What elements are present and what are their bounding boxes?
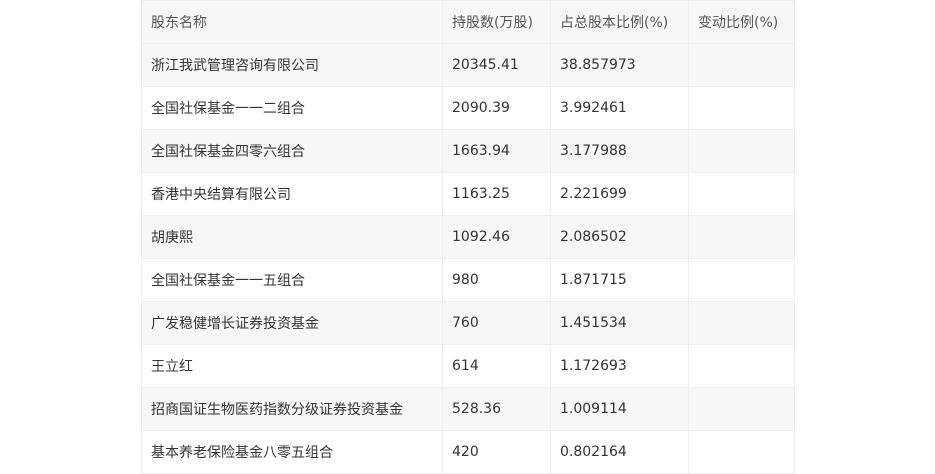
cell-shares: 980 <box>442 258 551 302</box>
table-header: 股东名称 持股数(万股) 占总股本比例(%) 变动比例(%) <box>141 0 795 44</box>
cell-share-percentage: 3.177988 <box>550 129 689 173</box>
cell-shareholder-name: 香港中央结算有限公司 <box>141 172 443 216</box>
table-row: 全国社保基金一一五组合 980 1.871715 <box>141 258 795 302</box>
cell-shareholder-name: 招商国证生物医药指数分级证券投资基金 <box>141 387 443 431</box>
cell-change-percentage <box>688 430 795 474</box>
cell-share-percentage: 2.086502 <box>550 215 689 259</box>
header-share-percentage: 占总股本比例(%) <box>550 0 689 44</box>
cell-shareholder-name: 全国社保基金一一五组合 <box>141 258 443 302</box>
header-row: 股东名称 持股数(万股) 占总股本比例(%) 变动比例(%) <box>141 0 795 44</box>
cell-share-percentage: 1.451534 <box>550 301 689 345</box>
cell-shares: 1663.94 <box>442 129 551 173</box>
table-row: 基本养老保险基金八零五组合 420 0.802164 <box>141 430 795 474</box>
cell-change-percentage <box>688 344 795 388</box>
table-row: 广发稳健增长证券投资基金 760 1.451534 <box>141 301 795 345</box>
cell-shares: 20345.41 <box>442 43 551 87</box>
cell-change-percentage <box>688 86 795 130</box>
table-row: 招商国证生物医药指数分级证券投资基金 528.36 1.009114 <box>141 387 795 431</box>
cell-shares: 760 <box>442 301 551 345</box>
cell-shareholder-name: 胡庚熙 <box>141 215 443 259</box>
cell-shares: 614 <box>442 344 551 388</box>
cell-shareholder-name: 浙江我武管理咨询有限公司 <box>141 43 443 87</box>
cell-share-percentage: 3.992461 <box>550 86 689 130</box>
cell-shareholder-name: 基本养老保险基金八零五组合 <box>141 430 443 474</box>
cell-shareholder-name: 全国社保基金一一二组合 <box>141 86 443 130</box>
cell-shares: 420 <box>442 430 551 474</box>
table-row: 全国社保基金四零六组合 1663.94 3.177988 <box>141 129 795 173</box>
cell-change-percentage <box>688 387 795 431</box>
shareholders-table: 股东名称 持股数(万股) 占总股本比例(%) 变动比例(%) 浙江我武管理咨询有… <box>141 0 795 474</box>
table-row: 全国社保基金一一二组合 2090.39 3.992461 <box>141 86 795 130</box>
header-shareholder-name: 股东名称 <box>141 0 443 44</box>
table-body: 浙江我武管理咨询有限公司 20345.41 38.857973 全国社保基金一一… <box>141 43 795 474</box>
cell-change-percentage <box>688 129 795 173</box>
cell-shares: 1092.46 <box>442 215 551 259</box>
cell-shares: 2090.39 <box>442 86 551 130</box>
cell-change-percentage <box>688 258 795 302</box>
table-row: 香港中央结算有限公司 1163.25 2.221699 <box>141 172 795 216</box>
cell-share-percentage: 1.172693 <box>550 344 689 388</box>
cell-change-percentage <box>688 215 795 259</box>
header-shares: 持股数(万股) <box>442 0 551 44</box>
cell-share-percentage: 2.221699 <box>550 172 689 216</box>
cell-share-percentage: 0.802164 <box>550 430 689 474</box>
cell-shareholder-name: 王立红 <box>141 344 443 388</box>
cell-shares: 528.36 <box>442 387 551 431</box>
header-change-percentage: 变动比例(%) <box>688 0 795 44</box>
cell-change-percentage <box>688 301 795 345</box>
table-row: 胡庚熙 1092.46 2.086502 <box>141 215 795 259</box>
cell-shareholder-name: 广发稳健增长证券投资基金 <box>141 301 443 345</box>
cell-share-percentage: 1.871715 <box>550 258 689 302</box>
cell-change-percentage <box>688 172 795 216</box>
cell-change-percentage <box>688 43 795 87</box>
cell-share-percentage: 1.009114 <box>550 387 689 431</box>
table-row: 浙江我武管理咨询有限公司 20345.41 38.857973 <box>141 43 795 87</box>
cell-shareholder-name: 全国社保基金四零六组合 <box>141 129 443 173</box>
cell-shares: 1163.25 <box>442 172 551 216</box>
cell-share-percentage: 38.857973 <box>550 43 689 87</box>
table-row: 王立红 614 1.172693 <box>141 344 795 388</box>
